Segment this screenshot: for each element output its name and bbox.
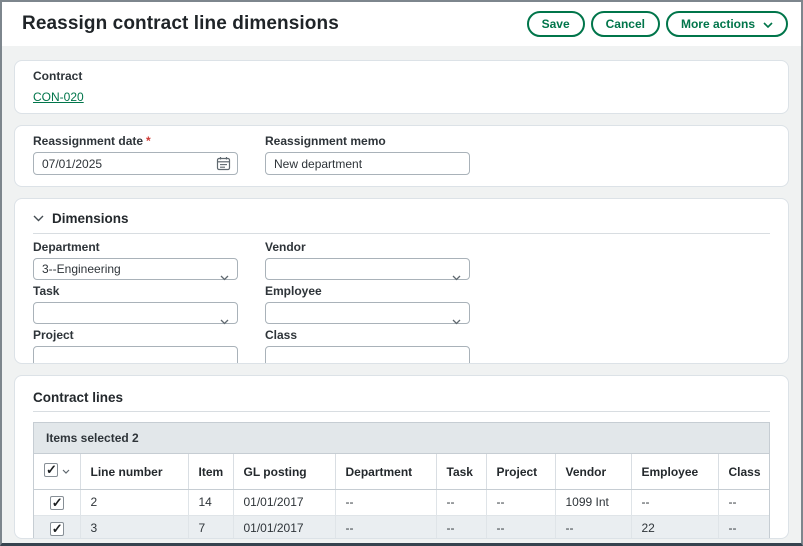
class-select[interactable]	[265, 346, 470, 364]
cell-task: --	[436, 490, 486, 516]
department-label: Department	[33, 241, 238, 254]
column-header-line-number: Line number	[80, 454, 188, 490]
table-row[interactable]: 3 7 01/01/2017 -- -- -- -- 22 --	[34, 515, 769, 539]
reassignment-card: Reassignment date* Reassignment memo	[14, 125, 789, 187]
calendar-icon[interactable]	[216, 156, 231, 171]
cell-task: --	[436, 515, 486, 539]
vendor-label: Vendor	[265, 241, 470, 254]
department-select[interactable]: 3--Engineering	[33, 258, 238, 280]
contract-lines-title: Contract lines	[33, 384, 770, 412]
chevron-down-icon	[452, 267, 461, 287]
cell-department: --	[335, 515, 436, 539]
task-label: Task	[33, 285, 238, 298]
chevron-down-icon	[452, 311, 461, 331]
page-header: Reassign contract line dimensions Save C…	[2, 2, 801, 46]
column-header-project: Project	[486, 454, 555, 490]
reassignment-date-field: Reassignment date*	[33, 135, 238, 175]
cell-employee: 22	[631, 515, 718, 539]
cancel-button[interactable]: Cancel	[591, 11, 660, 37]
chevron-down-icon	[220, 355, 229, 364]
dimensions-card: Dimensions Department 3--Engineering Ven…	[14, 198, 789, 364]
dimensions-section-toggle[interactable]: Dimensions	[33, 203, 770, 234]
more-actions-button[interactable]: More actions	[666, 11, 788, 37]
task-select[interactable]	[33, 302, 238, 324]
column-header-department: Department	[335, 454, 436, 490]
cell-class: --	[718, 490, 769, 516]
column-header-vendor: Vendor	[555, 454, 631, 490]
dimensions-section-title: Dimensions	[52, 211, 129, 226]
vendor-field: Vendor	[265, 241, 470, 280]
department-field: Department 3--Engineering	[33, 241, 238, 280]
project-field: Project	[33, 329, 238, 364]
save-button[interactable]: Save	[527, 11, 585, 37]
employee-field: Employee	[265, 285, 470, 324]
chevron-down-icon	[220, 267, 229, 287]
contract-card: Contract CON-020	[14, 60, 789, 114]
cell-project: --	[486, 490, 555, 516]
cell-gl-posting: 01/01/2017	[233, 515, 335, 539]
department-select-value: 3--Engineering	[42, 262, 121, 276]
more-actions-label: More actions	[681, 17, 755, 31]
reassignment-date-input[interactable]	[33, 152, 238, 175]
employee-label: Employee	[265, 285, 470, 298]
items-selected-bar: Items selected 2	[34, 423, 769, 454]
chevron-down-icon	[220, 311, 229, 331]
column-header-item: Item	[188, 454, 233, 490]
column-header-task: Task	[436, 454, 486, 490]
table-row[interactable]: 2 14 01/01/2017 -- -- -- 1099 Int -- --	[34, 490, 769, 516]
cell-item: 7	[188, 515, 233, 539]
cell-vendor: 1099 Int	[555, 490, 631, 516]
chevron-down-icon	[452, 355, 461, 364]
employee-select[interactable]	[265, 302, 470, 324]
contract-link[interactable]: CON-020	[33, 90, 84, 104]
cell-gl-posting: 01/01/2017	[233, 490, 335, 516]
cell-line-number: 3	[80, 515, 188, 539]
contract-lines-table: Items selected 2 Line number I	[33, 422, 770, 539]
cell-class: --	[718, 515, 769, 539]
contract-lines-card: Contract lines Items selected 2	[14, 375, 789, 539]
select-all-chevron-icon[interactable]	[62, 463, 70, 477]
page-title: Reassign contract line dimensions	[22, 13, 339, 35]
column-header-employee: Employee	[631, 454, 718, 490]
table-header-row: Line number Item GL posting Department T…	[34, 454, 769, 490]
reassignment-memo-input[interactable]	[265, 152, 470, 175]
project-label: Project	[33, 329, 238, 342]
project-select[interactable]	[33, 346, 238, 364]
chevron-down-icon	[763, 17, 773, 31]
main-content: Contract CON-020 Reassignment date* Reas…	[2, 46, 801, 543]
column-header-gl-posting: GL posting	[233, 454, 335, 490]
class-label: Class	[265, 329, 470, 342]
cell-department: --	[335, 490, 436, 516]
reassignment-memo-field: Reassignment memo	[265, 135, 470, 175]
collapse-chevron-icon	[33, 209, 44, 227]
select-all-checkbox[interactable]	[44, 463, 58, 477]
reassignment-date-label: Reassignment date*	[33, 135, 238, 148]
cell-item: 14	[188, 490, 233, 516]
cell-line-number: 2	[80, 490, 188, 516]
cell-project: --	[486, 515, 555, 539]
contract-label: Contract	[33, 70, 770, 83]
row-checkbox[interactable]	[50, 496, 64, 510]
cell-employee: --	[631, 490, 718, 516]
task-field: Task	[33, 285, 238, 324]
vendor-select[interactable]	[265, 258, 470, 280]
column-header-class: Class	[718, 454, 769, 490]
required-asterisk: *	[146, 134, 151, 148]
class-field: Class	[265, 329, 470, 364]
row-checkbox[interactable]	[50, 522, 64, 536]
cell-vendor: --	[555, 515, 631, 539]
reassignment-memo-label: Reassignment memo	[265, 135, 470, 148]
